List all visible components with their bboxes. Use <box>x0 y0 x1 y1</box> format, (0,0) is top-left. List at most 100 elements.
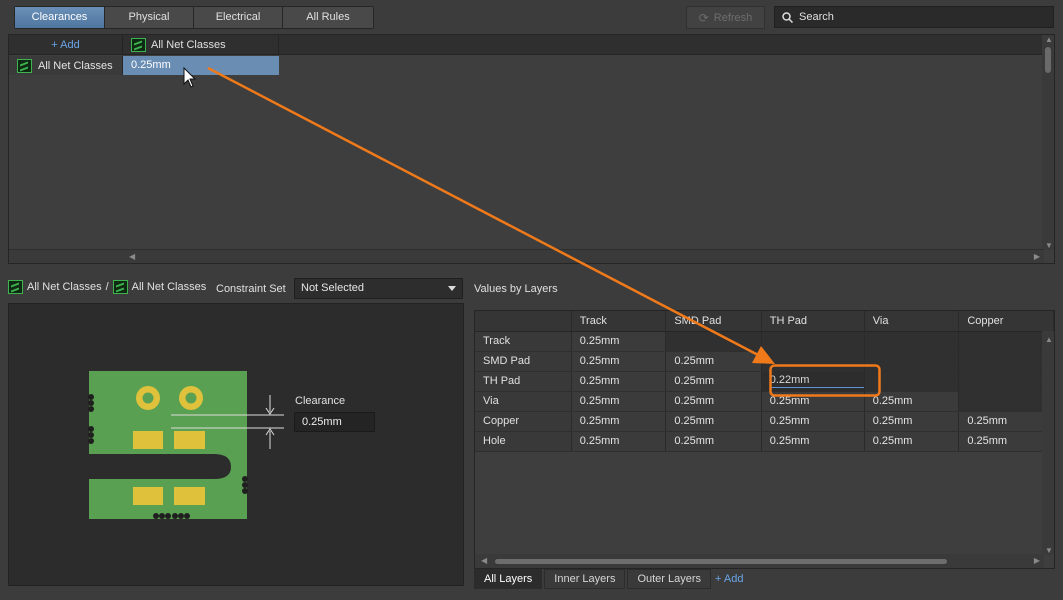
table-cell[interactable]: 0.25mm <box>761 391 865 412</box>
tab-outer-layers[interactable]: Outer Layers <box>627 569 712 589</box>
net-class-icon <box>17 58 32 73</box>
matrix-cell-selected[interactable]: 0.25mm <box>123 56 279 75</box>
matrix-column-header[interactable]: All Net Classes <box>123 35 279 55</box>
table-cell[interactable]: 0.25mm <box>571 431 667 452</box>
table-cell[interactable]: 0.25mm <box>571 411 667 432</box>
clearance-label: Clearance <box>295 395 346 407</box>
constraint-set-select[interactable]: Not Selected <box>294 278 463 299</box>
matrix-row-header[interactable]: All Net Classes <box>9 56 123 75</box>
refresh-label: Refresh <box>713 11 753 24</box>
column-header-label: All Net Classes <box>151 39 226 51</box>
table-cell[interactable]: 0.25mm <box>571 351 667 372</box>
breadcrumb-from: All Net Classes <box>27 281 102 293</box>
refresh-button[interactable]: ⟳ Refresh <box>686 6 765 29</box>
table-cell[interactable]: 0.25mm <box>864 411 960 432</box>
table-cell[interactable]: 0.25mm <box>665 411 762 432</box>
matrix-vertical-scrollbar[interactable]: ▲ ▼ <box>1042 35 1054 250</box>
row-header-via: Via <box>475 391 572 412</box>
row-header-track: Track <box>475 331 572 352</box>
table-cell[interactable]: 0.25mm <box>761 411 865 432</box>
grid-header-row: Track SMD Pad TH Pad Via Copper <box>475 311 1054 332</box>
tab-clearances[interactable]: Clearances <box>15 7 105 28</box>
table-cell-empty <box>958 391 1054 412</box>
row-header-th-pad: TH Pad <box>475 371 572 392</box>
scroll-thumb[interactable] <box>1045 47 1051 73</box>
refresh-icon: ⟳ <box>698 10 709 25</box>
rule-category-tabs: Clearances Physical Electrical All Rules <box>14 6 374 29</box>
column-header-track[interactable]: Track <box>571 311 667 332</box>
scroll-up-icon[interactable]: ▲ <box>1045 35 1053 44</box>
scroll-up-icon[interactable]: ▲ <box>1045 335 1053 344</box>
add-layer-set-button[interactable]: + Add <box>713 573 743 585</box>
table-row: TH Pad 0.25mm 0.25mm 0.22mm <box>475 371 1054 392</box>
row-header-copper: Copper <box>475 411 572 432</box>
grid-corner <box>475 311 572 332</box>
table-cell-empty <box>761 331 865 352</box>
constraint-set-value: Not Selected <box>301 282 364 294</box>
layer-tabs: All Layers Inner Layers Outer Layers + A… <box>474 569 744 589</box>
net-class-matrix: + Add All Net Classes All Net Classes 0.… <box>8 34 1055 264</box>
column-header-smd-pad[interactable]: SMD Pad <box>665 311 762 332</box>
scroll-thumb[interactable] <box>495 559 947 564</box>
table-cell-empty <box>958 331 1054 352</box>
breadcrumb-to: All Net Classes <box>131 281 207 293</box>
table-cell[interactable]: 0.25mm <box>665 371 762 392</box>
clearance-diagram-panel <box>8 303 464 586</box>
layer-clearance-table: Track SMD Pad TH Pad Via Copper Track 0.… <box>475 311 1054 452</box>
cell-edit-input[interactable]: 0.22mm <box>769 374 864 388</box>
scroll-right-icon[interactable]: ▶ <box>1034 556 1040 565</box>
table-cell[interactable]: 0.25mm <box>665 391 762 412</box>
table-cell[interactable]: 0.25mm <box>571 331 667 352</box>
row-header-hole: Hole <box>475 431 572 452</box>
table-cell[interactable]: 0.25mm <box>864 391 960 412</box>
scroll-left-icon[interactable]: ◀ <box>129 252 135 261</box>
search-input[interactable]: Search <box>774 6 1054 28</box>
table-row: Hole 0.25mm 0.25mm 0.25mm 0.25mm 0.25mm <box>475 431 1054 452</box>
table-row: SMD Pad 0.25mm 0.25mm <box>475 351 1054 372</box>
grid-vertical-scrollbar[interactable]: ▲ ▼ <box>1042 331 1054 555</box>
tab-physical[interactable]: Physical <box>105 7 194 28</box>
net-class-icon <box>8 280 23 294</box>
breadcrumb: All Net Classes / All Net Classes <box>8 280 206 294</box>
column-header-th-pad[interactable]: TH Pad <box>761 311 865 332</box>
matrix-header: + Add All Net Classes <box>9 35 1044 55</box>
table-cell-empty <box>958 351 1054 372</box>
add-net-class-button[interactable]: + Add <box>9 35 123 55</box>
table-cell[interactable]: 0.25mm <box>571 371 667 392</box>
table-cell[interactable]: 0.25mm <box>761 431 865 452</box>
search-icon <box>782 11 793 23</box>
net-class-icon <box>112 280 128 294</box>
table-cell-empty <box>665 331 762 352</box>
net-class-icon <box>131 38 146 52</box>
table-cell[interactable]: 0.25mm <box>571 391 667 412</box>
values-by-layers-grid: Track SMD Pad TH Pad Via Copper Track 0.… <box>474 310 1055 569</box>
scroll-down-icon[interactable]: ▼ <box>1045 241 1053 250</box>
clearance-input[interactable]: 0.25mm <box>294 412 375 432</box>
column-header-via[interactable]: Via <box>864 311 960 332</box>
row-header-label: All Net Classes <box>38 59 113 72</box>
table-cell[interactable]: 0.25mm <box>958 431 1054 452</box>
table-cell-editing[interactable]: 0.22mm <box>761 371 865 392</box>
table-row: Via 0.25mm 0.25mm 0.25mm 0.25mm <box>475 391 1054 412</box>
matrix-horizontal-scrollbar[interactable]: ◀ ▶ <box>9 249 1044 263</box>
tab-all-layers[interactable]: All Layers <box>474 569 543 589</box>
table-row: Copper 0.25mm 0.25mm 0.25mm 0.25mm 0.25m… <box>475 411 1054 432</box>
tab-all-rules[interactable]: All Rules <box>283 7 373 28</box>
grid-horizontal-scrollbar[interactable]: ◀ ▶ <box>475 554 1044 568</box>
chevron-down-icon <box>448 286 456 291</box>
scroll-left-icon[interactable]: ◀ <box>481 556 487 565</box>
column-header-copper[interactable]: Copper <box>958 311 1054 332</box>
table-cell[interactable]: 0.25mm <box>665 431 762 452</box>
scroll-down-icon[interactable]: ▼ <box>1045 546 1053 555</box>
scroll-right-icon[interactable]: ▶ <box>1034 252 1040 261</box>
table-cell[interactable]: 0.25mm <box>958 411 1054 432</box>
table-cell-empty <box>864 351 960 372</box>
values-by-layers-title: Values by Layers <box>474 283 558 295</box>
table-cell[interactable]: 0.25mm <box>665 351 762 372</box>
table-cell-empty <box>864 371 960 392</box>
table-cell[interactable]: 0.25mm <box>864 431 960 452</box>
tab-inner-layers[interactable]: Inner Layers <box>544 569 626 589</box>
pcb-illustration <box>88 371 284 519</box>
breadcrumb-separator: / <box>105 281 109 293</box>
tab-electrical[interactable]: Electrical <box>194 7 283 28</box>
